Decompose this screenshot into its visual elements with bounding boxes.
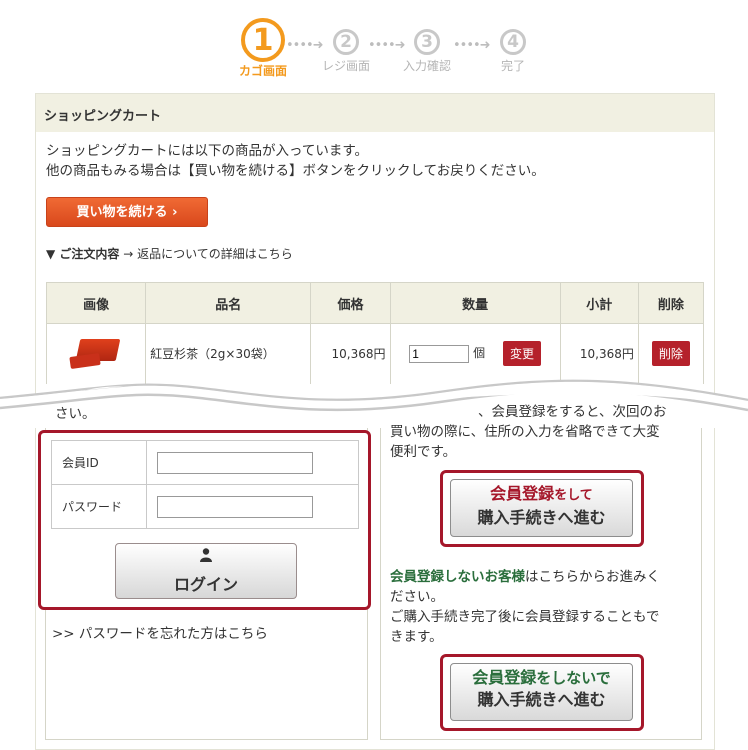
- guest-text-1: はこちらからお進みく: [525, 569, 660, 585]
- password-label: パスワード: [51, 484, 147, 529]
- forgot-password-link[interactable]: >> パスワードを忘れた方はこちら: [52, 622, 268, 642]
- checkout-steps: 1 カゴ画面 ••••➜ 2 レジ画面 ••••➜ 3 入力確認 ••••➜ 4…: [228, 18, 548, 82]
- login-button-label: ログイン: [173, 575, 238, 594]
- product-image-cell: [45, 323, 147, 384]
- login-form: 会員ID パスワード: [51, 440, 359, 529]
- login-frame: 会員ID パスワード ログイン: [38, 430, 371, 610]
- col-name: 品名: [145, 282, 312, 324]
- register-frame: 会員登録をして 購入手続きへ進む: [440, 470, 644, 547]
- guest-strong: 会員登録しないお客様: [390, 569, 525, 585]
- guest-text-line-1: 会員登録しないお客様はこちらからお進みく: [390, 567, 690, 587]
- step-1-label: カゴ画面: [238, 64, 287, 78]
- panel-title: ショッピングカート: [36, 94, 714, 132]
- guest-button-small: をしないで: [536, 669, 611, 687]
- col-delete: 削除: [637, 282, 705, 324]
- member-id-label: 会員ID: [51, 440, 147, 485]
- product-name[interactable]: 紅豆杉茶（2g×30袋）: [145, 323, 312, 384]
- register-button-line-2: 購入手続きへ進む: [477, 508, 606, 527]
- step-2-label: レジ画面: [321, 59, 370, 73]
- step-4-label: 完了: [500, 59, 525, 73]
- person-icon: [116, 548, 296, 565]
- guest-text-line-4: きます。: [390, 629, 443, 645]
- register-button-small: をして: [554, 488, 593, 503]
- guest-text-line-3: ご購入手続き完了後に会員登録することもで: [390, 609, 660, 625]
- step-3: 3 入力確認: [392, 18, 462, 74]
- login-partial-text-visible: さい。: [55, 406, 96, 422]
- returns-link[interactable]: → 返品についての詳細はこちら: [123, 247, 293, 261]
- guest-frame: 会員登録をしないで 購入手続きへ進む: [440, 654, 644, 731]
- password-row: パスワード: [51, 484, 359, 529]
- password-cell: [146, 484, 359, 529]
- password-input[interactable]: [157, 495, 313, 518]
- guest-description: 会員登録しないお客様はこちらからお進みく ださい。 ご購入手続き完了後に会員登録…: [390, 567, 690, 647]
- product-subtotal: 10,368円: [559, 323, 639, 384]
- guest-button-line-1: 会員登録をしないで: [451, 667, 632, 689]
- quantity-input[interactable]: [409, 344, 470, 363]
- cart-header-row: 画像 品名 価格 数量 小計 削除: [45, 282, 705, 324]
- guest-button-line-2: 購入手続きへ進む: [477, 690, 606, 709]
- register-text-line-1: 、会員登録をすると、次回のお: [478, 404, 667, 420]
- step-3-label: 入力確認: [402, 59, 451, 73]
- col-price: 価格: [310, 282, 391, 324]
- product-image[interactable]: [69, 337, 122, 371]
- guest-text-line-2: ださい。: [390, 589, 444, 605]
- step-3-number: 3: [414, 29, 440, 55]
- intro-line-1: ショッピングカートには以下の商品が入っています。: [46, 143, 368, 159]
- member-id-input[interactable]: [157, 451, 313, 474]
- register-button-line-1: 会員登録をして: [451, 483, 632, 507]
- qty-unit: 個: [473, 346, 486, 361]
- member-id-row: 会員ID: [51, 440, 359, 485]
- register-description: 、会員登録をすると、次回のお 買い物の際に、住所の入力を省略できて大変 便利です…: [390, 402, 690, 462]
- step-4: 4 完了: [478, 18, 548, 74]
- step-4-number: 4: [500, 29, 526, 55]
- cart-intro: ショッピングカートには以下の商品が入っています。 他の商品もみる場合は【買い物を…: [46, 141, 545, 181]
- register-button-strong: 会員登録: [490, 484, 555, 503]
- register-text-line-2: 買い物の際に、住所の入力を省略できて大変: [390, 424, 660, 440]
- order-contents-line: ▼ ご注文内容 → 返品についての詳細はこちら: [46, 245, 293, 262]
- register-and-checkout-button[interactable]: 会員登録をして 購入手続きへ進む: [450, 479, 633, 537]
- step-2-number: 2: [333, 29, 359, 55]
- register-text-line-3: 便利です。: [390, 444, 457, 460]
- guest-checkout-button[interactable]: 会員登録をしないで 購入手続きへ進む: [450, 663, 633, 721]
- table-row: 紅豆杉茶（2g×30袋） 10,368円 個 変更 10,368円 削除: [45, 323, 705, 384]
- guest-button-strong: 会員登録: [472, 668, 537, 687]
- continue-shopping-button[interactable]: 買い物を続ける ›: [46, 197, 208, 227]
- product-price: 10,368円: [310, 323, 391, 384]
- qty-cell: 個 変更: [389, 323, 561, 384]
- col-subtotal: 小計: [559, 282, 639, 324]
- login-button[interactable]: ログイン: [115, 543, 297, 599]
- change-qty-button[interactable]: 変更: [502, 341, 541, 367]
- delete-cell: 削除: [637, 323, 705, 384]
- step-1-number: 1: [241, 18, 285, 62]
- order-contents-label: ▼ ご注文内容: [46, 247, 120, 261]
- member-id-cell: [146, 440, 359, 485]
- delete-button[interactable]: 削除: [651, 341, 690, 367]
- col-image: 画像: [45, 282, 147, 324]
- col-qty: 数量: [389, 282, 561, 324]
- cart-table: 画像 品名 価格 数量 小計 削除 紅豆杉茶（2g×30袋） 10,368円 個…: [45, 282, 705, 384]
- intro-line-2: 他の商品もみる場合は【買い物を続ける】ボタンをクリックしてお戻りください。: [46, 163, 545, 179]
- product-packet-shape: [69, 352, 101, 369]
